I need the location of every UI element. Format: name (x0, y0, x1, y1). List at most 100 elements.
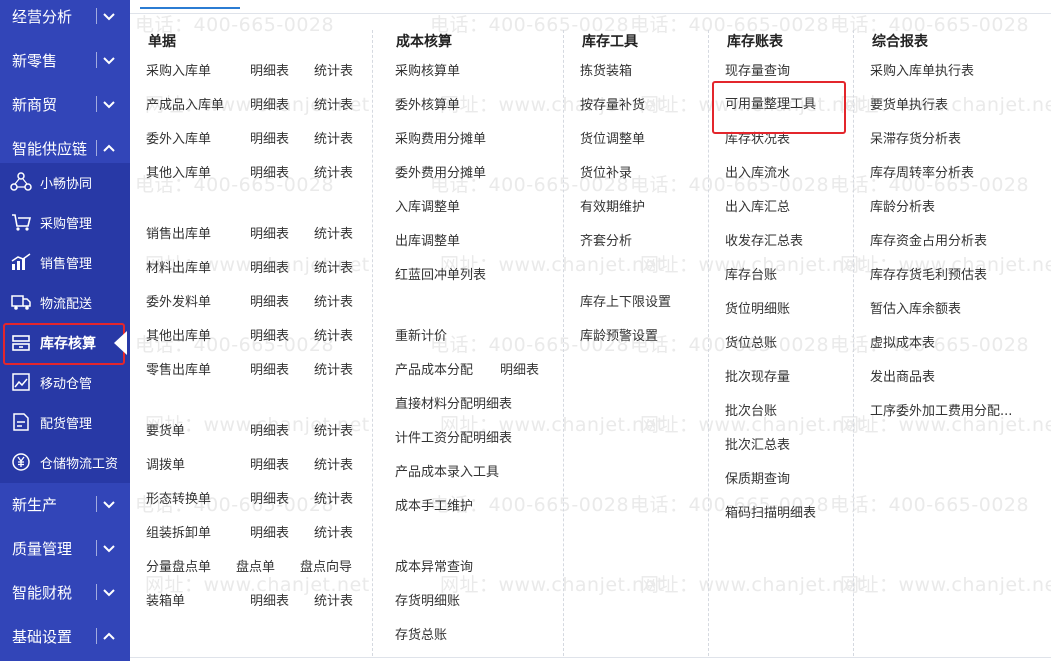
cost-link[interactable]: 产品成本分配 (395, 363, 473, 379)
detail-report-link[interactable]: 明细表 (250, 526, 289, 542)
sidebar-item[interactable]: 配货管理 (0, 402, 130, 442)
detail-report-link[interactable]: 明细表 (250, 132, 289, 148)
summary-report-link[interactable]: 统计表 (314, 64, 353, 80)
summary-report-link[interactable]: 虚拟成本表 (870, 336, 935, 352)
cost-link[interactable]: 成本异常查询 (395, 560, 473, 576)
cost-link[interactable]: 委外核算单 (395, 98, 460, 114)
sidebar-item[interactable]: 物流配送 (0, 282, 130, 322)
summary-report-link[interactable]: 统计表 (314, 526, 353, 542)
detail-report-link[interactable]: 明细表 (250, 295, 289, 311)
document-link[interactable]: 要货单 (146, 424, 185, 440)
chevron-down-icon[interactable] (102, 582, 116, 602)
sidebar-group[interactable]: 基础设置 (0, 614, 130, 658)
detail-report-link[interactable]: 盘点单 (236, 560, 275, 576)
detail-report-link[interactable]: 明细表 (250, 98, 289, 114)
ledger-report-link[interactable]: 货位明细账 (725, 302, 790, 318)
tool-link[interactable]: 库存上下限设置 (580, 295, 671, 311)
document-link[interactable]: 装箱单 (146, 594, 185, 610)
ledger-report-link[interactable]: 保质期查询 (725, 472, 790, 488)
sidebar-group[interactable]: 质量管理 (0, 526, 130, 570)
summary-report-link[interactable]: 发出商品表 (870, 370, 935, 386)
chevron-up-icon[interactable] (102, 626, 116, 646)
cost-link[interactable]: 直接材料分配明细表 (395, 397, 512, 413)
detail-report-link[interactable]: 明细表 (250, 166, 289, 182)
document-link[interactable]: 组装拆卸单 (146, 526, 211, 542)
detail-report-link[interactable]: 明细表 (250, 329, 289, 345)
cost-link[interactable]: 重新计价 (395, 329, 447, 345)
summary-report-link[interactable]: 统计表 (314, 132, 353, 148)
cost-link[interactable]: 存货总账 (395, 628, 447, 644)
ledger-report-link[interactable]: 货位总账 (725, 336, 777, 352)
sidebar-item[interactable]: 仓储物流工资 (0, 442, 130, 482)
summary-report-link[interactable]: 统计表 (314, 363, 353, 379)
tool-link[interactable]: 货位调整单 (580, 132, 645, 148)
tool-link[interactable]: 货位补录 (580, 166, 632, 182)
sidebar-group[interactable]: 经营分析 (0, 0, 130, 38)
summary-report-link[interactable]: 统计表 (314, 594, 353, 610)
document-link[interactable]: 形态转换单 (146, 492, 211, 508)
document-link[interactable]: 采购入库单 (146, 64, 211, 80)
detail-report-link[interactable]: 明细表 (250, 594, 289, 610)
chevron-down-icon[interactable] (102, 6, 116, 26)
chevron-up-icon[interactable] (102, 138, 116, 158)
detail-report-link[interactable]: 明细表 (250, 261, 289, 277)
document-link[interactable]: 产成品入库单 (146, 98, 224, 114)
cost-link[interactable]: 委外费用分摊单 (395, 166, 486, 182)
document-link[interactable]: 委外入库单 (146, 132, 211, 148)
summary-report-link[interactable]: 统计表 (314, 424, 353, 440)
cost-link[interactable]: 存货明细账 (395, 594, 460, 610)
chevron-down-icon[interactable] (102, 538, 116, 558)
document-link[interactable]: 委外发料单 (146, 295, 211, 311)
sidebar-item[interactable]: 采购管理 (0, 202, 130, 242)
ledger-report-link[interactable]: 收发存汇总表 (725, 234, 803, 250)
tool-link[interactable]: 有效期维护 (580, 200, 645, 216)
summary-report-link[interactable]: 工序委外加工费用分配... (870, 404, 1012, 420)
ledger-report-link[interactable]: 现存量查询 (725, 64, 790, 80)
ledger-report-link[interactable]: 出入库汇总 (725, 200, 790, 216)
detail-report-link[interactable]: 明细表 (250, 363, 289, 379)
document-link[interactable]: 销售出库单 (146, 227, 211, 243)
detail-report-link[interactable]: 明细表 (250, 458, 289, 474)
document-link[interactable]: 调拨单 (146, 458, 185, 474)
sidebar-item[interactable]: 移动仓管 (0, 362, 130, 402)
summary-report-link[interactable]: 统计表 (314, 261, 353, 277)
sidebar-item[interactable]: 小畅协同 (0, 162, 130, 202)
sidebar-group[interactable]: 新生产 (0, 482, 130, 526)
ledger-report-link[interactable]: 箱码扫描明细表 (725, 506, 816, 522)
cost-alloc-detail-link[interactable]: 明细表 (500, 363, 539, 379)
summary-report-link[interactable]: 采购入库单执行表 (870, 64, 974, 80)
sidebar-group[interactable]: 新零售 (0, 38, 130, 82)
summary-report-link[interactable]: 统计表 (314, 329, 353, 345)
document-link[interactable]: 其他入库单 (146, 166, 211, 182)
detail-report-link[interactable]: 明细表 (250, 424, 289, 440)
summary-report-link[interactable]: 库存资金占用分析表 (870, 234, 987, 250)
summary-report-link[interactable]: 统计表 (314, 492, 353, 508)
cost-link[interactable]: 成本手工维护 (395, 499, 473, 515)
detail-report-link[interactable]: 明细表 (250, 64, 289, 80)
ledger-report-link[interactable]: 出入库流水 (725, 166, 790, 182)
ledger-report-link[interactable]: 批次汇总表 (725, 438, 790, 454)
cost-link[interactable]: 采购核算单 (395, 64, 460, 80)
document-link[interactable]: 材料出库单 (146, 261, 211, 277)
ledger-report-link[interactable]: 库存状况表 (725, 132, 790, 148)
document-link[interactable]: 其他出库单 (146, 329, 211, 345)
detail-report-link[interactable]: 明细表 (250, 492, 289, 508)
tool-link[interactable]: 齐套分析 (580, 234, 632, 250)
summary-report-link[interactable]: 库存周转率分析表 (870, 166, 974, 182)
summary-report-link[interactable]: 库龄分析表 (870, 200, 935, 216)
sidebar-item[interactable]: 销售管理 (0, 242, 130, 282)
cost-link[interactable]: 产品成本录入工具 (395, 465, 499, 481)
cost-link[interactable]: 红蓝回冲单列表 (395, 268, 486, 284)
tool-link[interactable]: 拣货装箱 (580, 64, 632, 80)
document-link[interactable]: 分量盘点单 (146, 560, 211, 576)
sidebar-group[interactable]: 新商贸 (0, 82, 130, 126)
chevron-down-icon[interactable] (102, 94, 116, 114)
ledger-report-link[interactable]: 批次现存量 (725, 370, 790, 386)
ledger-report-link[interactable]: 批次台账 (725, 404, 777, 420)
cost-link[interactable]: 采购费用分摊单 (395, 132, 486, 148)
chevron-down-icon[interactable] (102, 494, 116, 514)
tool-link[interactable]: 库龄预警设置 (580, 329, 658, 345)
summary-report-link[interactable]: 统计表 (314, 295, 353, 311)
cost-link[interactable]: 入库调整单 (395, 200, 460, 216)
summary-report-link[interactable]: 统计表 (314, 458, 353, 474)
